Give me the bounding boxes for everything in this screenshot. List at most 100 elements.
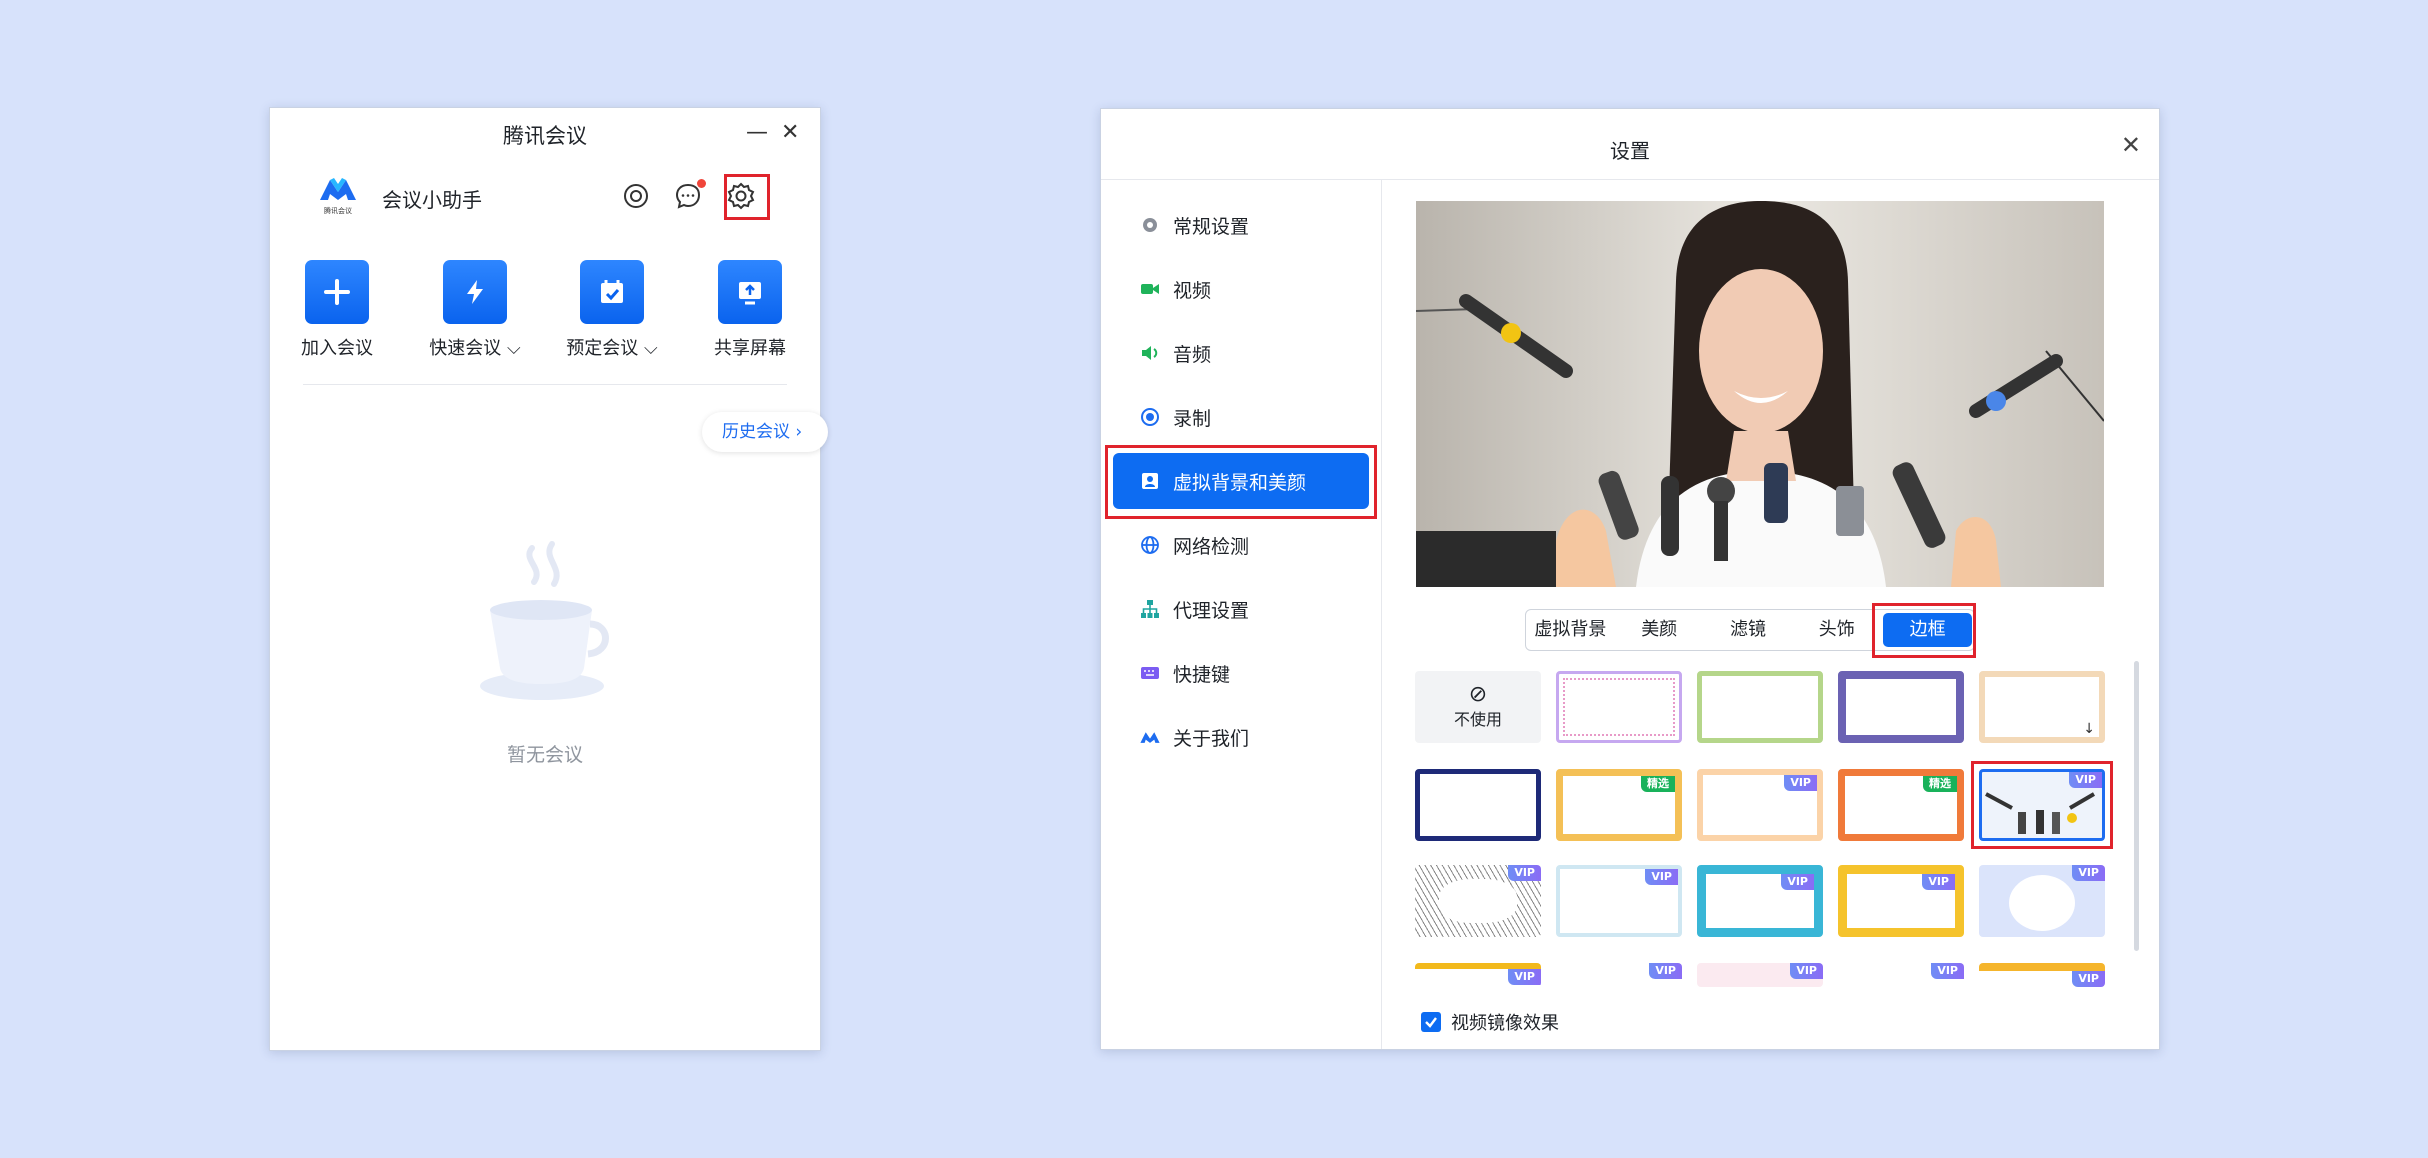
logo-icon bbox=[1139, 726, 1161, 748]
frame-thumbnail[interactable]: VIP bbox=[1979, 865, 2105, 937]
frame-thumbnail[interactable]: VIP bbox=[1838, 865, 1964, 937]
frame-thumbnail[interactable]: VIP bbox=[1415, 963, 1541, 987]
nav-recording[interactable]: 录制 bbox=[1113, 389, 1369, 445]
frame-list-scrollbar[interactable] bbox=[2134, 661, 2139, 951]
calendar-icon bbox=[580, 260, 644, 324]
nav-label: 录制 bbox=[1173, 407, 1212, 430]
nav-label: 快捷键 bbox=[1173, 663, 1231, 686]
nav-shortcuts[interactable]: 快捷键 bbox=[1113, 645, 1369, 701]
camera-icon bbox=[1139, 278, 1161, 300]
nav-video[interactable]: 视频 bbox=[1113, 261, 1369, 317]
empty-coffee-cup-icon bbox=[470, 538, 620, 708]
vip-badge: VIP bbox=[1508, 865, 1541, 881]
frame-thumbnail[interactable]: 精选 bbox=[1556, 769, 1682, 841]
chevron-down-icon[interactable]: ⌵ bbox=[507, 338, 521, 359]
vip-badge: VIP bbox=[1645, 869, 1678, 885]
vip-badge: VIP bbox=[1931, 963, 1964, 979]
refresh-icon[interactable] bbox=[618, 178, 654, 214]
chevron-down-icon[interactable]: ⌵ bbox=[644, 338, 658, 359]
history-label: 历史会议 bbox=[722, 422, 790, 442]
keyboard-icon bbox=[1139, 662, 1161, 684]
vip-badge: VIP bbox=[2072, 971, 2105, 987]
gear-icon bbox=[1139, 214, 1161, 236]
frame-thumbnail[interactable]: VIP bbox=[1697, 769, 1823, 841]
nav-label: 常规设置 bbox=[1173, 215, 1250, 238]
tencent-meeting-logo: 腾讯会议 bbox=[318, 174, 358, 218]
vip-badge: VIP bbox=[1790, 963, 1823, 979]
assistant-name[interactable]: 会议小助手 bbox=[382, 184, 482, 213]
settings-highlight bbox=[724, 174, 770, 220]
vip-badge: VIP bbox=[2072, 865, 2105, 881]
frame-thumbnail[interactable]: 精选 bbox=[1838, 769, 1964, 841]
share-screen-button[interactable]: 共享屏幕 bbox=[700, 260, 800, 360]
nav-label: 音频 bbox=[1173, 343, 1212, 366]
empty-meetings-text: 暂无会议 bbox=[506, 744, 583, 766]
frame-thumbnail[interactable] bbox=[1697, 671, 1823, 743]
quick-meeting-button[interactable]: 快速会议 ⌵ bbox=[425, 260, 525, 360]
record-icon bbox=[1139, 406, 1161, 428]
notification-dot bbox=[697, 179, 706, 188]
tab-beauty[interactable]: 美颜 bbox=[1615, 611, 1704, 649]
main-window: 腾讯会议 — ✕ 腾讯会议 会议小助手 加入会议 快速会议 ⌵ 预定会议 ⌵ 共… bbox=[269, 107, 828, 1051]
none-label: 不使用 bbox=[1453, 710, 1502, 729]
nav-label: 关于我们 bbox=[1173, 727, 1250, 750]
video-mirror-checkbox[interactable]: 视频镜像效果 bbox=[1421, 1009, 1559, 1035]
frame-thumbnail[interactable] bbox=[1556, 671, 1682, 743]
close-button[interactable]: ✕ bbox=[781, 120, 799, 145]
minimize-button[interactable]: — bbox=[746, 120, 768, 145]
prohibit-icon: ⊘ bbox=[1468, 682, 1488, 707]
nav-audio[interactable]: 音频 bbox=[1113, 325, 1369, 381]
vip-badge: VIP bbox=[1649, 963, 1682, 979]
frame-thumbnail[interactable]: ↓ bbox=[1979, 671, 2105, 743]
share-screen-label: 共享屏幕 bbox=[714, 338, 786, 359]
pick-badge: 精选 bbox=[1641, 776, 1675, 792]
frame-thumbnail[interactable]: VIP bbox=[1838, 963, 1964, 987]
lightning-icon bbox=[443, 260, 507, 324]
history-meetings-button[interactable]: 历史会议 › bbox=[702, 412, 828, 452]
globe-icon bbox=[1139, 534, 1161, 556]
tab-headwear[interactable]: 头饰 bbox=[1792, 611, 1881, 649]
share-screen-icon bbox=[718, 260, 782, 324]
divider bbox=[1101, 179, 2159, 180]
frame-thumbnail[interactable]: VIP bbox=[1697, 963, 1823, 987]
mirror-label: 视频镜像效果 bbox=[1451, 1013, 1559, 1034]
window-title: 腾讯会议 bbox=[503, 124, 587, 148]
frame-none-option[interactable]: ⊘ 不使用 bbox=[1415, 671, 1541, 743]
download-icon: ↓ bbox=[2083, 721, 2095, 737]
frame-thumbnail[interactable] bbox=[1838, 671, 1964, 743]
camera-preview bbox=[1416, 201, 2104, 587]
nav-label: 视频 bbox=[1173, 279, 1212, 302]
tab-highlight bbox=[1872, 603, 1976, 658]
nav-network-check[interactable]: 网络检测 bbox=[1113, 517, 1369, 573]
tab-virtual-background[interactable]: 虚拟背景 bbox=[1526, 611, 1615, 649]
schedule-meeting-button[interactable]: 预定会议 ⌵ bbox=[562, 260, 662, 360]
divider bbox=[303, 384, 787, 385]
pick-badge: 精选 bbox=[1923, 776, 1957, 792]
frame-thumbnail[interactable]: VIP bbox=[1697, 865, 1823, 937]
frame-thumbnail[interactable]: VIP bbox=[1556, 865, 1682, 937]
vip-badge: VIP bbox=[1922, 874, 1955, 890]
nav-about-us[interactable]: 关于我们 bbox=[1113, 709, 1369, 765]
nav-general-settings[interactable]: 常规设置 bbox=[1113, 197, 1369, 253]
frame-thumbnail[interactable]: VIP bbox=[1415, 865, 1541, 937]
vip-badge: VIP bbox=[1508, 969, 1541, 985]
settings-dialog: 设置 ✕ 常规设置 视频 音频 录制 虚拟背景和美颜 网络检测 代理设置 快捷键… bbox=[1100, 108, 2160, 1050]
frame-thumbnail[interactable]: VIP bbox=[1556, 963, 1682, 987]
close-button[interactable]: ✕ bbox=[2121, 131, 2141, 159]
chevron-right-icon: › bbox=[795, 422, 803, 442]
nav-label: 代理设置 bbox=[1173, 599, 1250, 622]
logo-caption: 腾讯会议 bbox=[324, 207, 352, 215]
join-meeting-label: 加入会议 bbox=[301, 338, 373, 359]
tab-filter[interactable]: 滤镜 bbox=[1704, 611, 1793, 649]
frame-thumbnail[interactable]: VIP bbox=[1979, 963, 2105, 987]
speaker-icon bbox=[1139, 342, 1161, 364]
checkbox-checked-icon[interactable] bbox=[1421, 1012, 1441, 1032]
nav-proxy-settings[interactable]: 代理设置 bbox=[1113, 581, 1369, 637]
dialog-title: 设置 bbox=[1610, 139, 1650, 163]
divider bbox=[1381, 180, 1382, 1049]
plus-icon bbox=[305, 260, 369, 324]
join-meeting-button[interactable]: 加入会议 bbox=[287, 260, 387, 360]
nav-label: 网络检测 bbox=[1173, 535, 1250, 558]
schedule-meeting-label: 预定会议 bbox=[566, 338, 639, 359]
frame-thumbnail[interactable] bbox=[1415, 769, 1541, 841]
